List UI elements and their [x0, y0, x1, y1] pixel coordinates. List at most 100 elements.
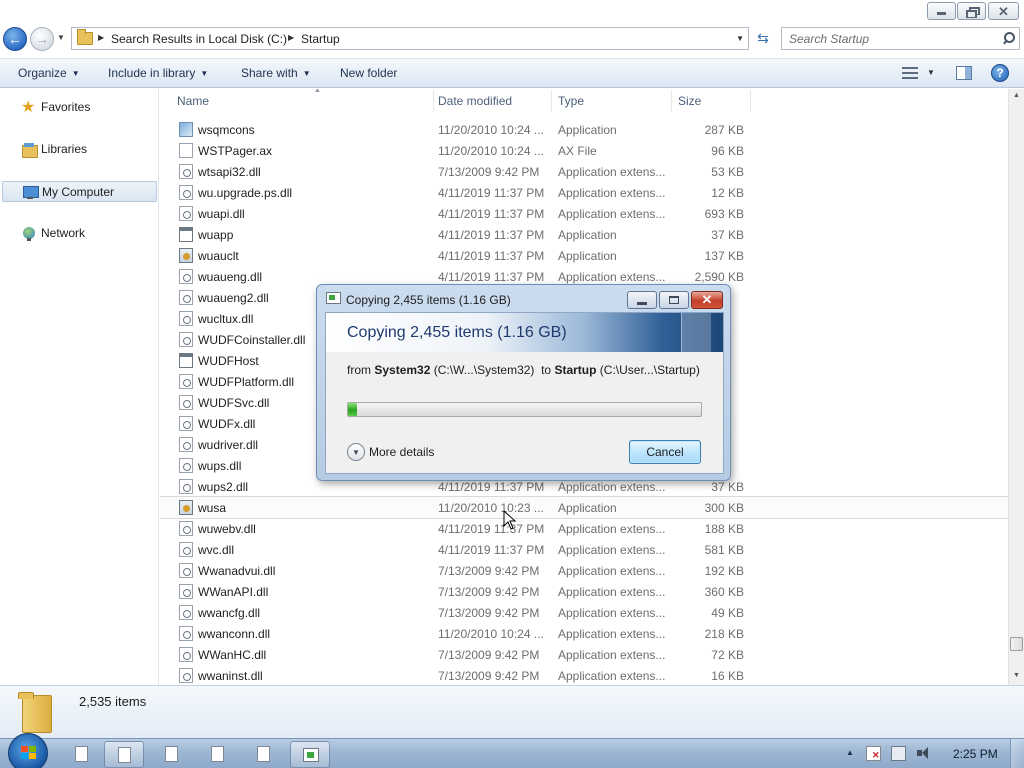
dialog-maximize-button[interactable] — [659, 291, 689, 309]
sidebar-item-libraries[interactable]: Libraries — [2, 139, 157, 160]
file-name: wusa — [198, 501, 227, 515]
sidebar-item-network[interactable]: Network — [2, 223, 157, 244]
more-details-toggle[interactable]: ▼ More details — [347, 442, 434, 462]
file-name: WUDFHost — [198, 354, 259, 368]
close-button[interactable]: ✕ — [988, 2, 1019, 20]
column-divider[interactable] — [433, 90, 434, 112]
sort-ascending-icon: ▲ — [314, 89, 321, 94]
show-desktop-button[interactable] — [1010, 739, 1024, 768]
file-row[interactable]: wuauclt 4/11/2019 11:37 PM Application 137 … — [160, 245, 1008, 266]
taskbar-item-copy-dialog[interactable] — [290, 741, 330, 768]
include-in-library-menu[interactable]: Include in library ▼ — [108, 66, 208, 80]
file-type: Application extens... — [558, 165, 666, 179]
file-type: Application extens... — [558, 207, 666, 221]
dll-icon — [179, 458, 193, 473]
file-row[interactable]: wuapp 4/11/2019 11:37 PM Application 37 KB — [160, 224, 1008, 245]
file-row[interactable]: wuapi.dll 4/11/2019 11:37 PM Application e… — [160, 203, 1008, 224]
dll-icon — [179, 668, 193, 683]
start-button[interactable] — [8, 733, 48, 768]
copy-progress-bar — [347, 402, 702, 417]
file-type: Application extens... — [558, 669, 666, 683]
file-row[interactable]: Wwanadvui.dll 7/13/2009 9:42 PM Applicatio… — [160, 560, 1008, 581]
column-header-label: Size — [678, 94, 702, 108]
file-row[interactable]: wsqmcons 11/20/2010 10:24 ... Application 2… — [160, 119, 1008, 140]
column-divider[interactable] — [551, 90, 552, 112]
taskbar-item-document[interactable] — [244, 741, 284, 768]
sidebar-item-my-computer[interactable]: My Computer — [2, 181, 157, 202]
share-with-menu[interactable]: Share with ▼ — [241, 66, 311, 80]
address-dropdown-icon[interactable]: ▼ — [736, 34, 744, 43]
breadcrumb-separator-icon[interactable]: ▶ — [98, 33, 104, 42]
change-view-icon[interactable] — [902, 67, 918, 79]
scrollbar-thumb[interactable] — [1010, 637, 1023, 651]
file-row[interactable]: wuwebv.dll 4/11/2019 11:37 PM Application … — [160, 518, 1008, 539]
file-row[interactable]: wwancfg.dll 7/13/2009 9:42 PM Application … — [160, 602, 1008, 623]
column-header-name[interactable]: Name ▲ — [177, 89, 435, 113]
dialog-minimize-button[interactable] — [627, 291, 657, 309]
chevron-down-icon: ▼ — [71, 69, 80, 78]
search-icon[interactable] — [1001, 31, 1015, 46]
column-header-date-modified[interactable]: Date modified — [438, 89, 553, 113]
file-row[interactable]: wwaninst.dll 7/13/2009 9:42 PM Application… — [160, 665, 1008, 685]
file-row[interactable]: wu.upgrade.ps.dll 4/11/2019 11:37 PM Appli… — [160, 182, 1008, 203]
view-options-dropdown[interactable]: ▼ — [927, 68, 935, 77]
column-header-type[interactable]: Type — [558, 89, 673, 113]
source-name[interactable]: System32 — [374, 363, 430, 377]
recent-pages-dropdown[interactable]: ▼ — [57, 33, 65, 42]
dll-icon — [179, 479, 193, 494]
vertical-scrollbar[interactable]: ▲ ▼ — [1008, 89, 1024, 685]
search-input[interactable] — [782, 28, 982, 49]
column-header-size[interactable]: Size — [678, 89, 748, 113]
file-row[interactable]: wusa 11/20/2010 10:23 ... Application 300 K… — [160, 496, 1008, 519]
file-row[interactable]: wwanconn.dll 11/20/2010 10:24 ... Applicat… — [160, 623, 1008, 644]
file-type: Application — [558, 501, 617, 515]
item-count: 2,535 items — [79, 694, 147, 709]
to-word: to — [541, 363, 552, 377]
scroll-up-icon[interactable]: ▲ — [1013, 92, 1020, 99]
taskbar-item-document[interactable] — [62, 741, 102, 768]
sidebar-item-favorites[interactable]: ★ Favorites — [2, 97, 157, 118]
new-folder-button[interactable]: New folder — [340, 66, 397, 80]
column-divider[interactable] — [750, 90, 751, 112]
address-bar[interactable]: ▶ Search Results in Local Disk (C:) ▶ St… — [71, 27, 749, 50]
taskbar-item-document[interactable] — [152, 741, 192, 768]
action-center-icon[interactable] — [866, 746, 881, 761]
file-date-modified: 4/11/2019 11:37 PM — [438, 228, 545, 242]
file-name: wu.upgrade.ps.dll — [198, 186, 293, 200]
file-row[interactable]: wvc.dll 4/11/2019 11:37 PM Application ext… — [160, 539, 1008, 560]
taskbar-item-explorer[interactable] — [104, 741, 144, 768]
preview-pane-icon[interactable] — [956, 66, 972, 80]
network-tray-icon[interactable] — [891, 746, 906, 761]
dialog-close-button[interactable]: ✕ — [691, 291, 723, 309]
cancel-button[interactable]: Cancel — [629, 440, 701, 464]
navigation-bar: ← → ▼ ▶ Search Results in Local Disk (C:… — [0, 24, 1024, 54]
forward-button[interactable]: → — [30, 27, 54, 51]
organize-menu[interactable]: Organize ▼ — [18, 66, 80, 80]
column-divider[interactable] — [671, 90, 672, 112]
file-name: wucltux.dll — [198, 312, 254, 326]
file-row[interactable]: WSTPager.ax 11/20/2010 10:24 ... AX File 96… — [160, 140, 1008, 161]
scroll-down-icon[interactable]: ▼ — [1013, 672, 1020, 679]
help-icon[interactable]: ? — [991, 64, 1009, 82]
file-date-modified: 4/11/2019 11:37 PM — [438, 522, 545, 536]
file-row[interactable]: WWanHC.dll 7/13/2009 9:42 PM Application e… — [160, 644, 1008, 665]
breadcrumb-separator-icon[interactable]: ▶ — [288, 33, 294, 42]
file-size: 188 KB — [704, 522, 744, 536]
file-type: Application extens... — [558, 606, 666, 620]
refresh-button[interactable]: ⇆ — [752, 27, 774, 50]
file-row[interactable]: wtsapi32.dll 7/13/2009 9:42 PM Application… — [160, 161, 1008, 182]
file-name: wwaninst.dll — [198, 669, 263, 683]
clock[interactable]: 2:25 PM — [953, 747, 998, 761]
breadcrumb-startup[interactable]: Startup — [301, 32, 340, 46]
show-hidden-icons-icon[interactable]: ▲ — [846, 748, 854, 757]
volume-icon[interactable] — [916, 746, 931, 761]
destination-name[interactable]: Startup — [554, 363, 596, 377]
title-bar: ✕ — [0, 0, 1024, 24]
breadcrumb-search-results[interactable]: Search Results in Local Disk (C:) — [111, 32, 287, 46]
restore-button[interactable] — [957, 2, 986, 20]
minimize-button[interactable] — [927, 2, 956, 20]
taskbar-item-document[interactable] — [198, 741, 238, 768]
back-button[interactable]: ← — [3, 27, 27, 51]
file-row[interactable]: WWanAPI.dll 7/13/2009 9:42 PM Application … — [160, 581, 1008, 602]
file-size: 218 KB — [704, 627, 744, 641]
